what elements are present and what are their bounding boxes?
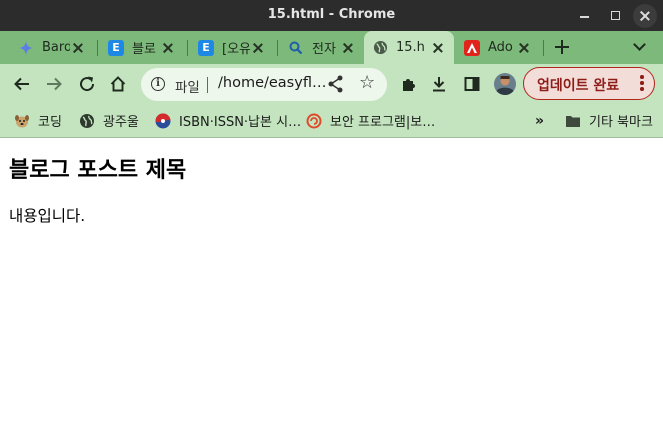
home-icon — [110, 76, 126, 92]
bookmark-label: 보안 프로그램|보… — [330, 115, 436, 130]
close-window-button[interactable] — [633, 4, 657, 28]
share-icon[interactable] — [327, 74, 345, 98]
bookmarks-bar: 코딩 광주울 ISBN·ISSN·납본 시… 보안 프로그램|보… » 기타 북 — [0, 104, 663, 138]
bookmark-label: ISBN·ISSN·납본 시… — [179, 115, 302, 130]
globe-icon — [372, 40, 388, 56]
tab-separator — [277, 40, 278, 56]
korea-emblem-icon — [155, 113, 171, 129]
url-text[interactable]: /home/easyfl… — [218, 75, 326, 91]
tab-bard[interactable]: Bard — [10, 31, 94, 64]
download-icon — [433, 77, 445, 92]
close-tab-icon[interactable] — [250, 40, 266, 56]
reload-button[interactable] — [71, 68, 103, 100]
easyflow-blog-icon: E — [108, 39, 124, 56]
window-title: 15.html - Chrome — [267, 7, 396, 22]
globe-icon — [79, 113, 95, 129]
shield-swirl-icon — [306, 113, 322, 129]
puzzle-piece-icon — [403, 79, 415, 91]
search-icon — [288, 40, 304, 56]
site-info-icon[interactable]: i — [151, 77, 165, 91]
bookmark-star-icon[interactable]: ☆ — [359, 72, 375, 93]
downloads-button[interactable] — [423, 68, 455, 100]
scheme-label: 파일 — [175, 80, 200, 96]
extensions-button[interactable] — [393, 68, 425, 100]
side-panel-button[interactable] — [456, 68, 488, 100]
browser-window: 15.html - Chrome Bard E 블로 E [오유 전자 15.h… — [0, 0, 663, 433]
back-arrow-icon — [14, 77, 29, 91]
tab-15-html[interactable]: 15.h — [364, 31, 454, 64]
address-bar[interactable]: i 파일 /home/easyfl… ☆ — [141, 68, 387, 101]
bookmark-isbn[interactable]: ISBN·ISSN·납본 시… — [155, 104, 301, 137]
tab-separator — [97, 40, 98, 56]
bookmark-gwangju[interactable]: 광주울 — [79, 104, 139, 137]
page-body-text: 내용입니다. — [9, 207, 86, 225]
page-heading: 블로그 포스트 제목 — [9, 158, 187, 183]
tab-search[interactable]: 전자 — [280, 31, 364, 64]
home-button[interactable] — [102, 68, 134, 100]
update-button[interactable]: 업데이트 완료 — [523, 67, 655, 100]
kebab-menu-icon[interactable] — [640, 75, 644, 93]
tab-separator — [187, 40, 188, 56]
new-tab-button[interactable] — [550, 31, 574, 64]
bookmark-security[interactable]: 보안 프로그램|보… — [306, 104, 435, 137]
avatar — [494, 73, 516, 96]
forward-button[interactable] — [38, 68, 70, 100]
bookmarks-overflow-chevron-icon[interactable]: » — [535, 104, 544, 137]
maximize-button[interactable] — [603, 4, 627, 28]
tab-label: 블로 — [132, 42, 156, 57]
reload-icon — [80, 76, 95, 92]
minimize-button[interactable] — [573, 4, 597, 28]
bookmark-label: 광주울 — [103, 115, 139, 130]
side-panel-icon — [464, 77, 480, 91]
tab-separator — [543, 40, 544, 56]
folder-icon — [565, 113, 581, 129]
tab-label: 15.h — [396, 40, 425, 55]
profile-button[interactable] — [489, 68, 521, 100]
dog-icon — [14, 113, 30, 129]
tab-oyu[interactable]: E [오유 — [190, 31, 274, 64]
omnibox-divider — [207, 77, 208, 93]
adobe-icon — [464, 39, 480, 56]
close-tab-icon[interactable] — [516, 40, 532, 56]
tab-search-chevron-icon[interactable] — [630, 37, 650, 57]
close-tab-icon[interactable] — [430, 40, 446, 56]
tab-strip: Bard E 블로 E [오유 전자 15.h Ado — [0, 31, 663, 64]
other-bookmarks[interactable]: 기타 북마크 — [565, 104, 653, 137]
bookmark-label: 기타 북마크 — [589, 115, 653, 130]
tab-label: 전자 — [312, 42, 336, 57]
bookmark-coding[interactable]: 코딩 — [14, 104, 62, 137]
easyflow-blog-icon: E — [198, 39, 214, 56]
page-content: 블로그 포스트 제목 내용입니다. — [0, 138, 663, 433]
title-bar: 15.html - Chrome — [0, 0, 663, 31]
tab-label: [오유 — [222, 42, 250, 57]
close-tab-icon[interactable] — [340, 40, 356, 56]
toolbar: i 파일 /home/easyfl… ☆ 업데이트 완료 — [0, 64, 663, 104]
forward-arrow-icon — [47, 77, 62, 91]
tab-blog[interactable]: E 블로 — [100, 31, 184, 64]
bookmark-label: 코딩 — [38, 115, 62, 130]
tab-label: Ado — [488, 40, 513, 55]
back-button[interactable] — [6, 68, 38, 100]
close-tab-icon[interactable] — [160, 40, 176, 56]
bard-sparkle-icon — [18, 40, 34, 56]
close-tab-icon[interactable] — [70, 40, 86, 56]
tab-label: Bard — [42, 40, 70, 55]
update-label: 업데이트 완료 — [537, 78, 620, 94]
tab-adobe[interactable]: Ado — [456, 31, 540, 64]
